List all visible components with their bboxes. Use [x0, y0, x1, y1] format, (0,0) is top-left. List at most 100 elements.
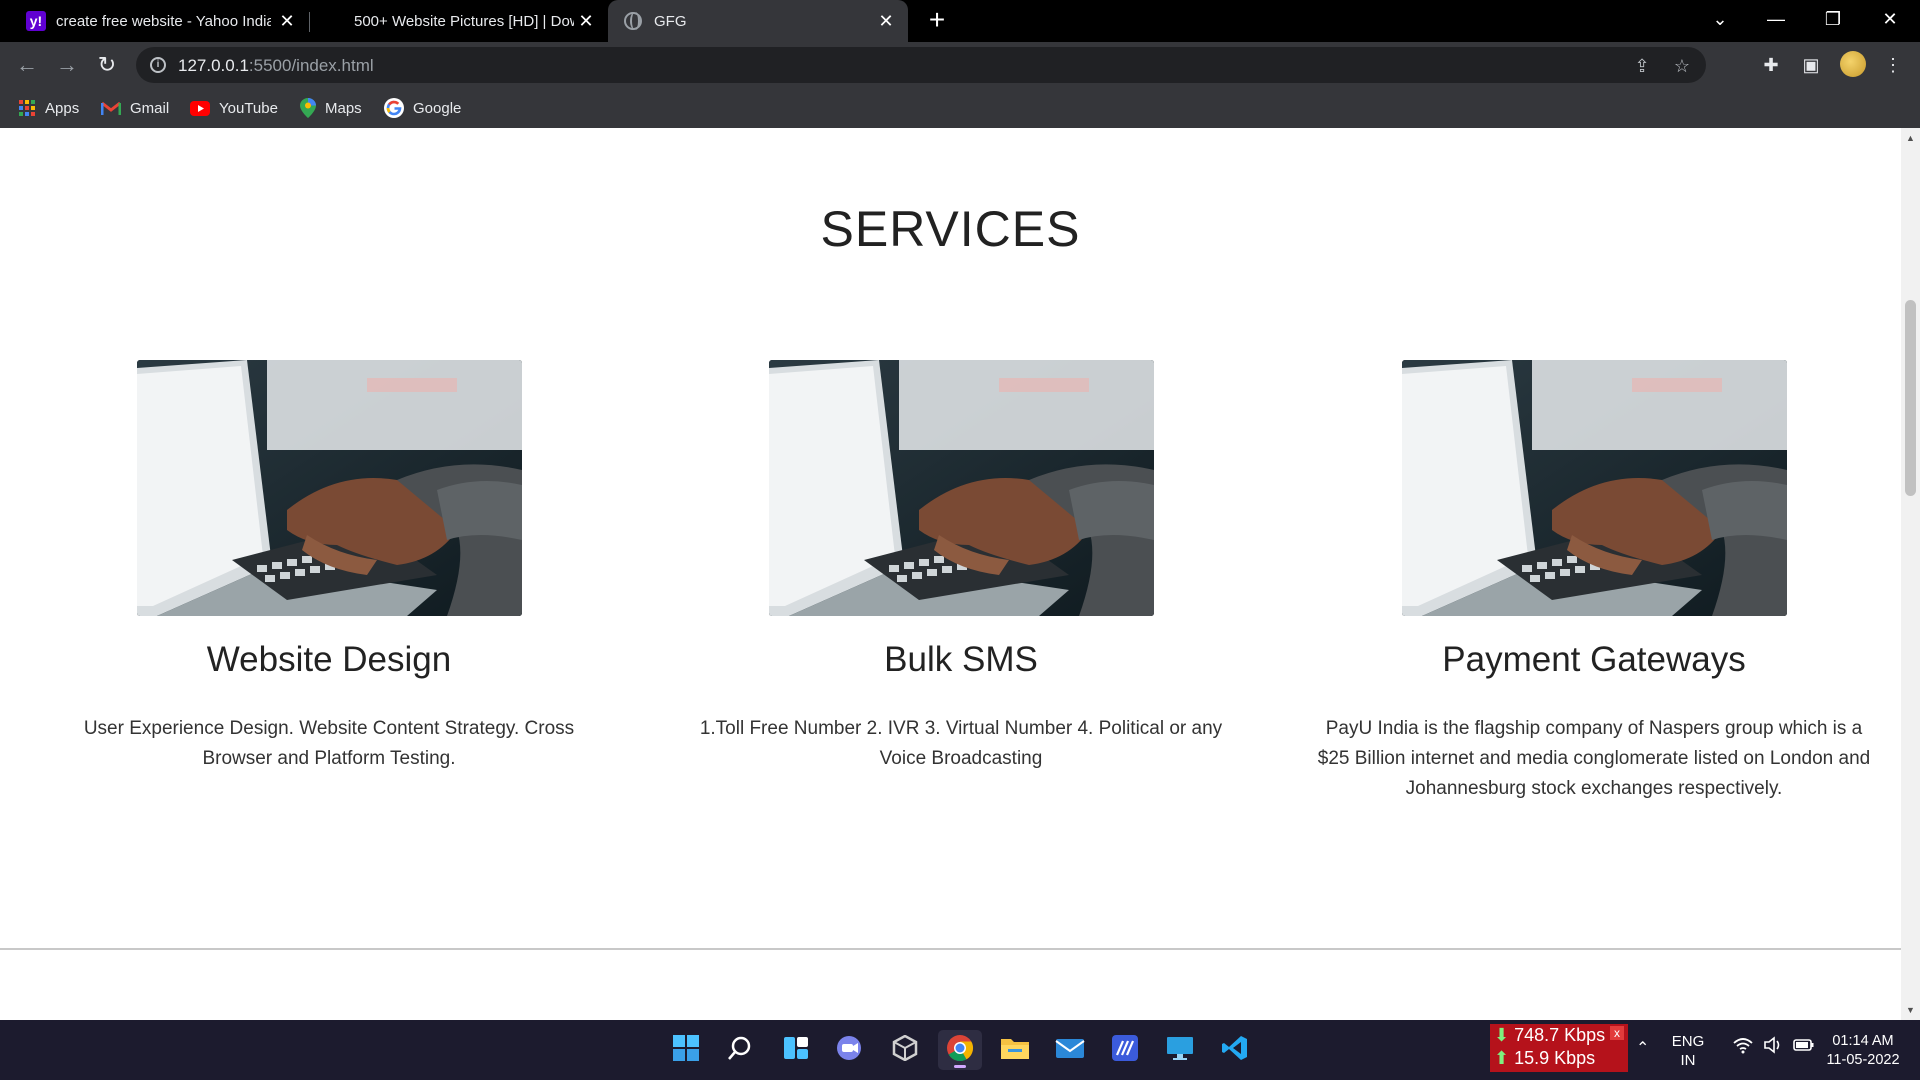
side-panel-icon[interactable]: ▣ [1798, 52, 1824, 78]
math-app-button[interactable] [1103, 1030, 1147, 1070]
bookmark-google[interactable]: Google [384, 96, 461, 120]
download-speed: 748.7 Kbps [1514, 1025, 1606, 1045]
network-speed-monitor: ⬇ 748.7 Kbps ⬆ 15.9 Kbps x [1490, 1024, 1628, 1072]
system-tray-quick-settings[interactable] [1724, 1036, 1824, 1059]
maps-pin-icon [300, 98, 316, 118]
more-menu-icon[interactable]: ⋮ [1880, 52, 1906, 78]
bookmark-gmail[interactable]: Gmail [101, 96, 169, 120]
scroll-down-arrow-icon[interactable]: ▼ [1901, 1002, 1920, 1018]
monitor-icon [1165, 1034, 1195, 1067]
scroll-thumb[interactable] [1905, 300, 1916, 496]
laptop-typing-photo [1401, 360, 1787, 616]
service-name: Payment Gateways [1442, 640, 1746, 679]
close-icon[interactable]: ✕ [876, 11, 896, 31]
search-icon [726, 1034, 754, 1067]
google-icon [384, 98, 404, 118]
site-info-icon[interactable]: i [150, 57, 166, 73]
netmon-close-button[interactable]: x [1610, 1026, 1624, 1040]
close-window-button[interactable]: ✕ [1862, 0, 1918, 38]
bookmark-label: Maps [325, 99, 362, 117]
tab-yahoo[interactable]: y! create free website - Yahoo India ✕ [14, 0, 309, 42]
clock-time: 01:14 AM [1832, 1033, 1894, 1049]
clock-date: 11-05-2022 [1826, 1052, 1900, 1068]
close-icon[interactable]: ✕ [277, 11, 297, 31]
widgets-button[interactable] [774, 1030, 818, 1070]
gmail-icon [101, 100, 121, 116]
upload-speed: 15.9 Kbps [1514, 1048, 1596, 1068]
language-indicator[interactable]: ENG IN [1668, 1032, 1708, 1070]
show-hidden-icons-chevron-icon[interactable]: ⌃ [1636, 1038, 1649, 1058]
folder-icon [1000, 1035, 1030, 1066]
mail-button[interactable] [1048, 1030, 1092, 1070]
back-button[interactable]: ← [12, 50, 42, 80]
service-description: PayU India is the flagship company of Na… [1317, 718, 1871, 799]
bookmark-youtube[interactable]: YouTube [190, 96, 278, 120]
volume-icon [1763, 1036, 1783, 1059]
battery-icon [1793, 1036, 1815, 1059]
tab-title: GFG [654, 12, 687, 30]
tab-gfg[interactable]: GFG ✕ [608, 0, 908, 42]
minimize-button[interactable]: — [1748, 0, 1804, 38]
windows-logo-icon [672, 1034, 700, 1067]
page-scrollbar[interactable]: ▲ ▼ [1901, 128, 1920, 1020]
teams-chat-button[interactable] [828, 1030, 872, 1070]
profile-avatar[interactable] [1840, 51, 1866, 77]
browser-toolbar: ← → ↻ i 127.0.0.1:5500/index.html ☆ ⇪ ✚ … [0, 42, 1920, 88]
share-icon[interactable]: ⇪ [1630, 54, 1654, 78]
service-card-bulk-sms: Bulk SMS 1.Toll Free Number 2. IVR 3. Vi… [661, 360, 1261, 774]
tab-website-pictures[interactable]: 500+ Website Pictures [HD] | Download ✕ [310, 0, 608, 42]
scroll-up-arrow-icon[interactable]: ▲ [1901, 130, 1920, 146]
unity-app-button[interactable] [883, 1030, 927, 1070]
url-text[interactable]: 127.0.0.1:5500/index.html [178, 56, 374, 76]
remote-desktop-button[interactable] [1158, 1030, 1202, 1070]
search-button[interactable] [718, 1030, 762, 1070]
language-code: ENG [1671, 1033, 1705, 1050]
chrome-icon [946, 1034, 974, 1067]
bookmark-apps[interactable]: Apps [18, 96, 79, 120]
widgets-icon [782, 1034, 810, 1067]
tab-search-chevron-icon[interactable]: ⌄ [1692, 0, 1748, 38]
url-path: :5500/index.html [248, 56, 374, 75]
restore-button[interactable]: ❐ [1805, 0, 1861, 38]
apps-grid-icon [18, 99, 36, 117]
bookmark-star-icon[interactable]: ☆ [1670, 54, 1694, 78]
file-explorer-button[interactable] [993, 1030, 1037, 1070]
service-description: User Experience Design. Website Content … [83, 718, 575, 769]
address-bar[interactable]: i 127.0.0.1:5500/index.html ☆ ⇪ [136, 47, 1706, 83]
bookmark-maps[interactable]: Maps [300, 96, 362, 120]
mail-icon [1055, 1036, 1085, 1065]
tab-title: create free website - Yahoo India [56, 12, 271, 30]
url-host: 127.0.0.1 [178, 56, 249, 75]
bookmark-label: Gmail [130, 99, 170, 117]
tab-title: 500+ Website Pictures [HD] | Download [354, 12, 574, 30]
service-card-payment-gateways: Payment Gateways PayU India is the flags… [1294, 360, 1894, 804]
bookmark-label: YouTube [219, 99, 278, 117]
new-tab-button[interactable]: + [922, 6, 952, 36]
video-chat-icon [835, 1034, 865, 1067]
tab-strip: y! create free website - Yahoo India ✕ 5… [0, 0, 1920, 42]
upload-arrow-icon: ⬆ [1494, 1048, 1510, 1068]
extensions-puzzle-icon[interactable]: ✚ [1758, 52, 1784, 78]
service-card-website-design: Website Design User Experience Design. W… [29, 360, 629, 774]
page-viewport: SERVICES Website Design User Experience … [0, 128, 1901, 1020]
clock[interactable]: 01:14 AM 11-05-2022 [1816, 1032, 1910, 1070]
bookmark-label: Apps [45, 99, 80, 117]
vscode-icon [1221, 1034, 1249, 1067]
forward-button[interactable]: → [52, 50, 82, 80]
services-heading: SERVICES [820, 201, 1081, 257]
yahoo-icon: y! [26, 11, 46, 31]
chrome-button[interactable] [938, 1030, 982, 1070]
reload-button[interactable]: ↻ [92, 50, 122, 80]
laptop-typing-photo [768, 360, 1154, 616]
wifi-icon [1733, 1036, 1753, 1059]
start-button[interactable] [664, 1030, 708, 1070]
math-input-icon [1111, 1034, 1139, 1067]
close-icon[interactable]: ✕ [576, 11, 596, 31]
service-description: 1.Toll Free Number 2. IVR 3. Virtual Num… [699, 718, 1223, 769]
laptop-typing-photo [136, 360, 522, 616]
globe-icon [624, 12, 642, 30]
cube-icon [892, 1034, 918, 1066]
service-name: Website Design [206, 640, 452, 679]
vscode-button[interactable] [1213, 1030, 1257, 1070]
youtube-icon [190, 100, 210, 116]
